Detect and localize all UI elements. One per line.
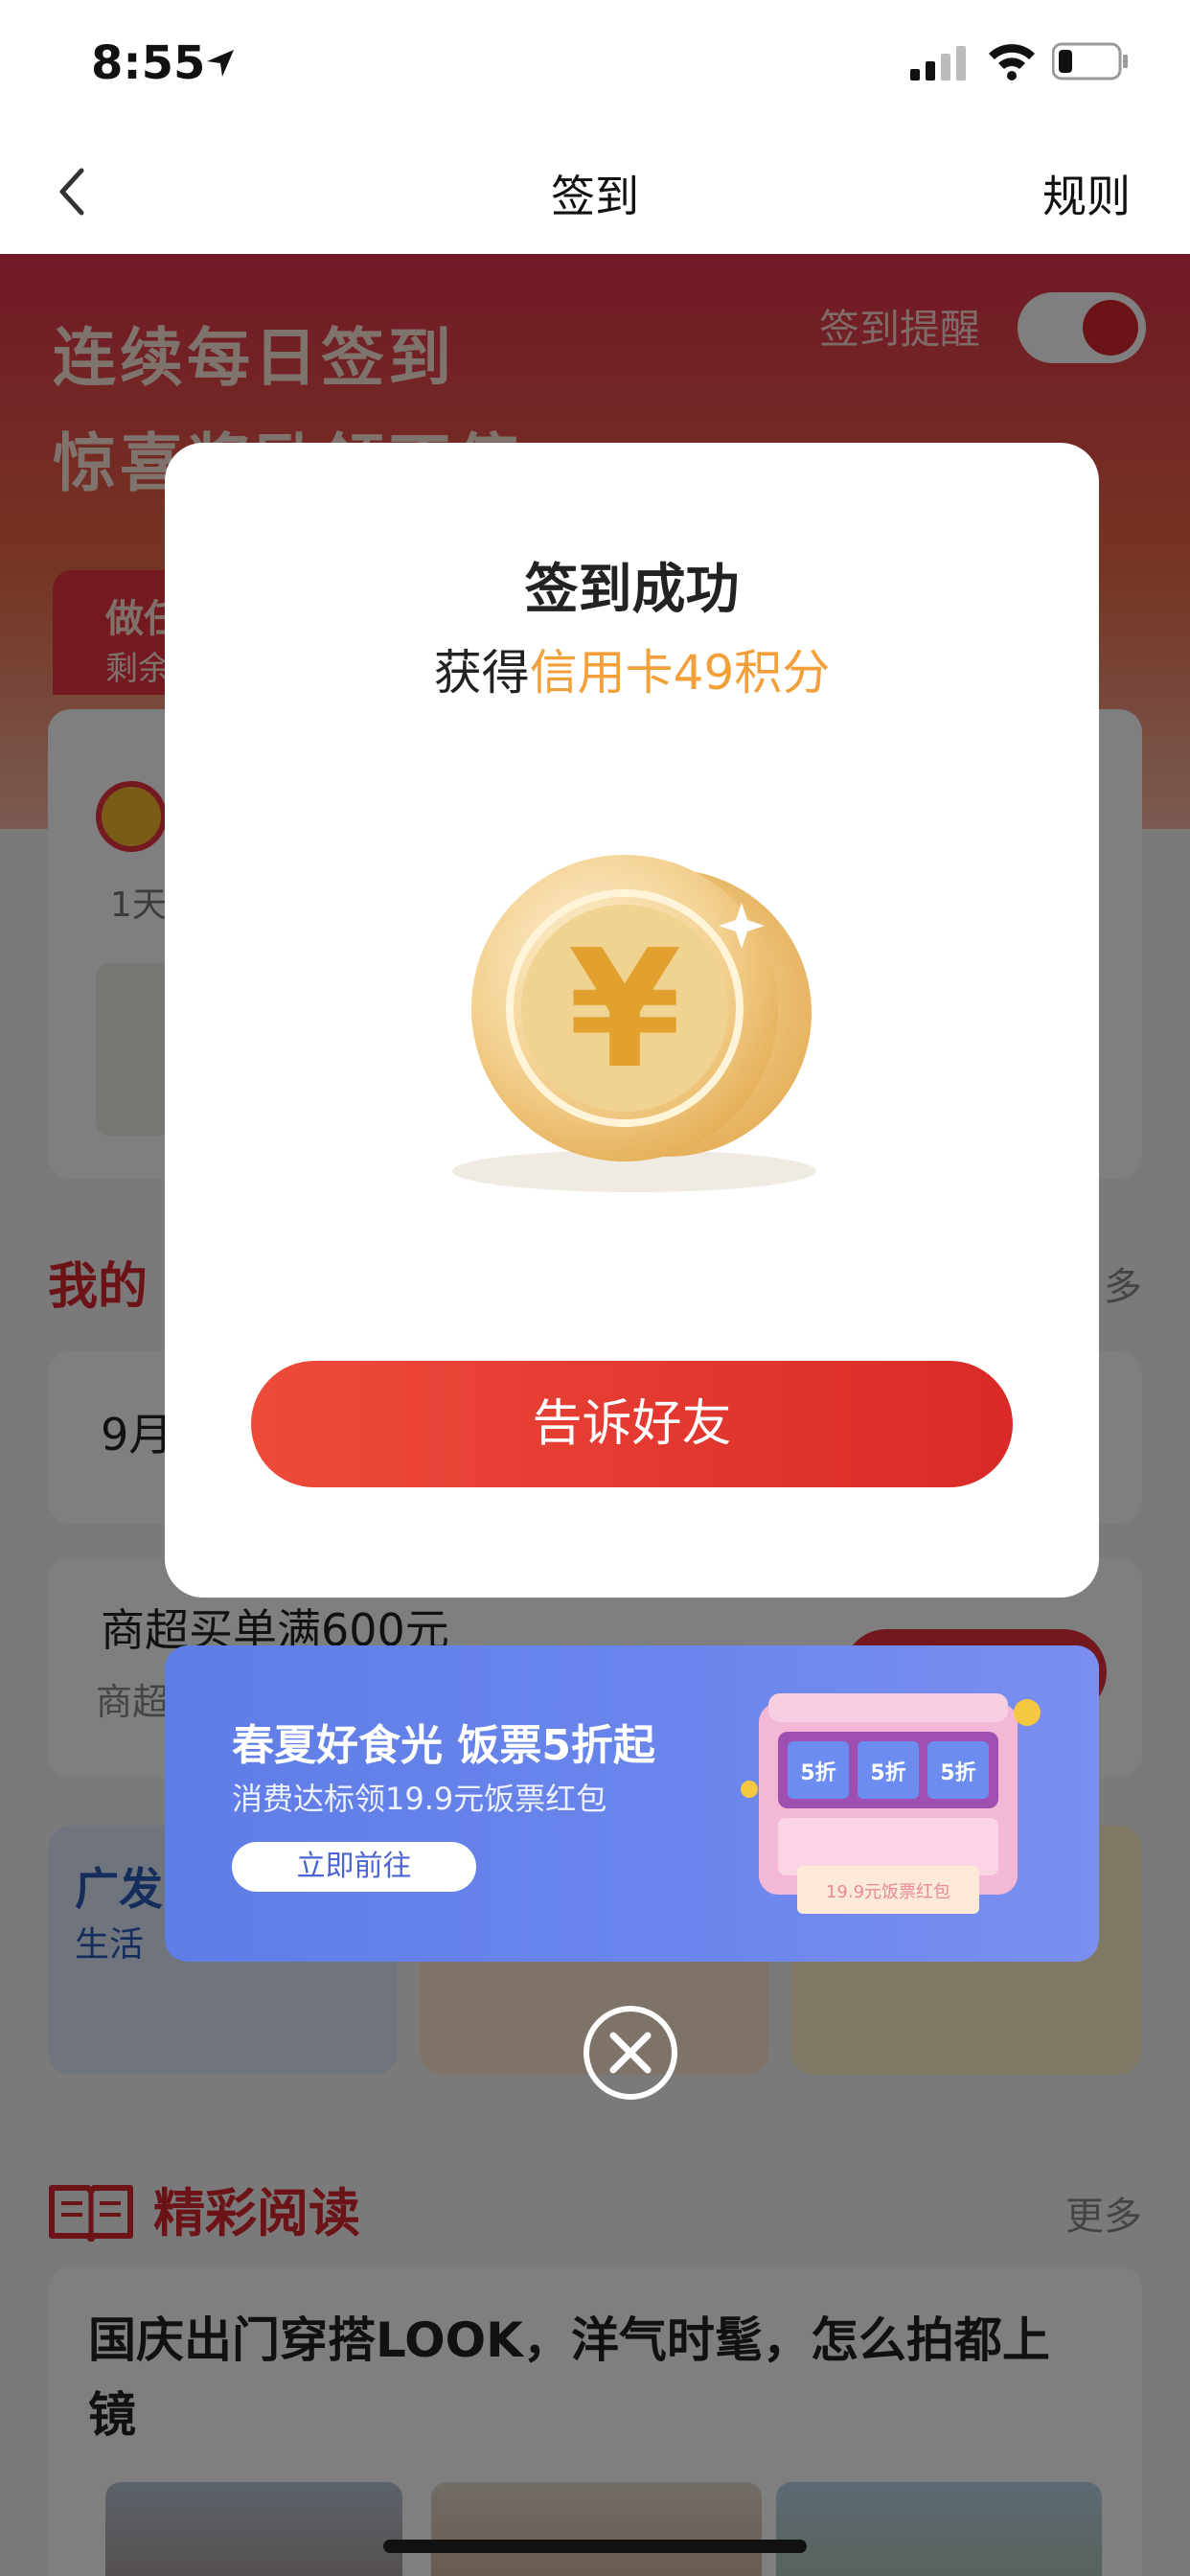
slot-machine-illustration: 5折 5折 5折 19.9元饭票红包 (741, 1693, 1041, 1914)
reward-amount: 信用卡49积分 (529, 645, 831, 701)
location-arrow-icon (207, 50, 234, 77)
svg-text:¥: ¥ (568, 915, 681, 1105)
page-title: 签到 (551, 171, 639, 222)
wifi-icon (989, 44, 1035, 80)
ticket-label: 19.9元饭票红包 (826, 1882, 950, 1902)
banner-subtitle: 消费达标领19.9元饭票红包 (232, 1781, 607, 1817)
slot-badge-label: 5折 (800, 1761, 835, 1785)
slot-badge-label: 5折 (940, 1761, 975, 1785)
banner-go-button[interactable]: 立即前往 (232, 1842, 476, 1892)
battery-icon (1052, 42, 1128, 80)
modal-subtitle: 获得信用卡49积分 (165, 634, 1099, 703)
promo-banner[interactable]: 春夏好食光 饭票5折起 消费达标领19.9元饭票红包 立即前往 5折 5折 5折… (165, 1645, 1099, 1962)
gold-coin-icon: ¥ (452, 855, 816, 1192)
nav-bar: 签到 规则 (0, 129, 1190, 254)
slot-badge-label: 5折 (870, 1761, 905, 1785)
rules-link[interactable]: 规则 (1042, 162, 1131, 225)
reward-prefix: 获得 (433, 645, 530, 701)
checkin-success-modal: 签到成功 获得信用卡49积分 ¥ 告诉好友 (165, 443, 1099, 1598)
home-indicator (383, 2540, 807, 2553)
status-bar: 8:55 (0, 0, 1190, 129)
banner-title: 春夏好食光 饭票5折起 (232, 1721, 655, 1770)
close-icon[interactable] (581, 2003, 680, 2103)
status-time: 8:55 (91, 36, 206, 90)
cellular-signal-icon (910, 46, 966, 80)
modal-title: 签到成功 (524, 559, 740, 621)
tell-friends-button[interactable]: 告诉好友 (251, 1361, 1013, 1487)
